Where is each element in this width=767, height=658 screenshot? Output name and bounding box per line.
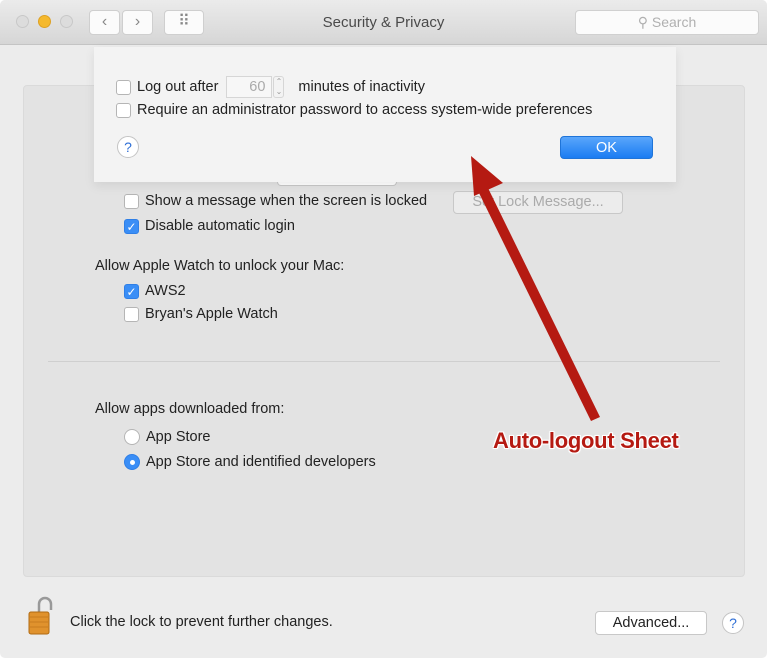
security-privacy-window: ‹ › ⠿ Security & Privacy ⚲ Search Show a… xyxy=(0,0,767,658)
annotation-label: Auto-logout Sheet xyxy=(493,428,679,453)
annotation-arrow xyxy=(471,156,600,421)
